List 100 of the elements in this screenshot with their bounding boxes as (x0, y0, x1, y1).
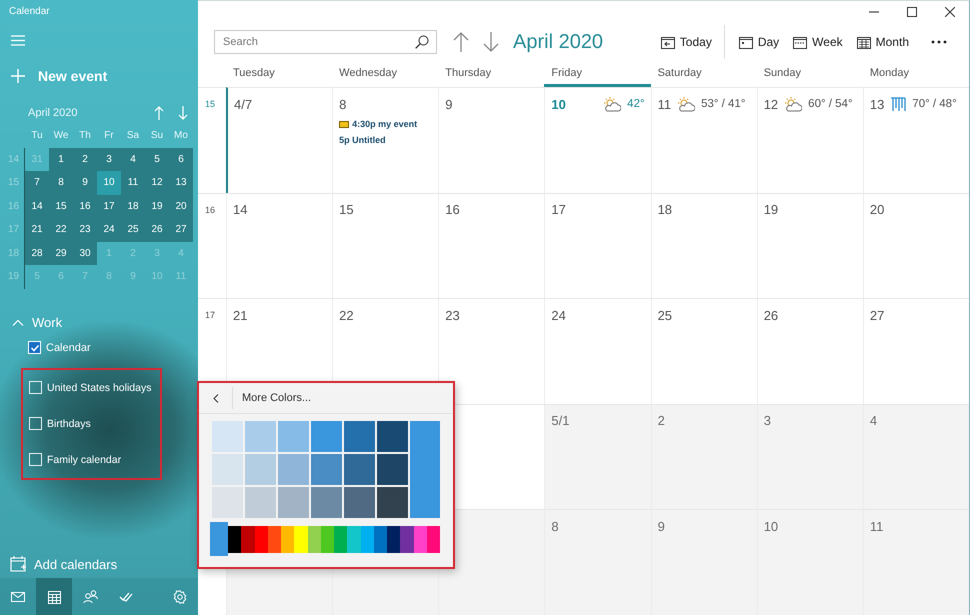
day-cell[interactable]: 5/1 (544, 404, 651, 510)
day-cell[interactable]: 24 (544, 298, 651, 404)
color-swatch[interactable] (311, 421, 342, 452)
more-icon[interactable] (931, 40, 947, 44)
color-swatch[interactable] (268, 526, 281, 552)
day-cell[interactable]: 4 (862, 404, 969, 510)
color-swatch[interactable] (344, 487, 375, 518)
day-cell[interactable]: 25 (650, 298, 757, 404)
color-swatch[interactable] (278, 487, 309, 518)
mini-calendar-day[interactable]: 7 (25, 171, 49, 194)
checkbox[interactable] (29, 453, 42, 466)
day-cell[interactable]: 27 (862, 298, 969, 404)
more-colors-link[interactable]: More Colors... (242, 392, 312, 404)
color-swatch[interactable] (308, 526, 321, 552)
color-swatch[interactable] (387, 526, 400, 552)
search-field[interactable]: Search (214, 30, 437, 54)
day-cell[interactable]: 8 (544, 509, 651, 615)
mini-calendar-day[interactable]: 8 (49, 171, 73, 194)
color-swatch[interactable] (374, 526, 387, 552)
up-arrow-icon[interactable] (453, 32, 469, 52)
nav-calendar-button[interactable] (36, 578, 72, 615)
day-cell[interactable]: 17 (544, 192, 651, 298)
today-button[interactable]: Today (660, 35, 712, 49)
mini-calendar-day[interactable]: 13 (169, 171, 193, 194)
mini-calendar-day[interactable]: 2 (73, 148, 97, 171)
day-cell[interactable]: 3 (756, 404, 863, 510)
day-cell[interactable]: 18 (650, 192, 757, 298)
mini-calendar-day[interactable]: 10 (97, 171, 121, 194)
day-cell[interactable]: 12 60° / 54° (756, 87, 863, 193)
mini-calendar-day[interactable]: 24 (97, 218, 121, 242)
day-cell[interactable]: 26 (756, 298, 863, 404)
mini-calendar-day[interactable]: 5 (145, 148, 169, 171)
day-cell[interactable]: 11 (862, 509, 969, 615)
color-swatch[interactable] (245, 454, 276, 485)
color-swatch[interactable] (278, 421, 309, 452)
mini-calendar-day[interactable]: 23 (73, 218, 97, 242)
maximize-icon[interactable] (907, 7, 917, 17)
color-swatch[interactable] (344, 454, 375, 485)
mini-calendar-day[interactable]: 21 (25, 218, 49, 242)
color-swatch[interactable] (245, 421, 276, 452)
color-swatch[interactable] (377, 487, 408, 518)
day-cell[interactable] (438, 509, 544, 615)
mini-calendar-day[interactable]: 4 (121, 148, 145, 171)
color-swatch[interactable] (347, 526, 360, 552)
base-color-swatch[interactable] (410, 421, 440, 518)
mini-calendar-day[interactable]: 25 (121, 218, 145, 242)
color-swatch[interactable] (212, 454, 243, 485)
calendar-event[interactable]: 4:30p my event (339, 119, 432, 129)
day-cell[interactable]: 11 53° / 41° (650, 87, 757, 193)
color-swatch[interactable] (400, 526, 414, 552)
mini-calendar-day[interactable]: 3 (97, 148, 121, 171)
color-swatch[interactable] (212, 421, 243, 452)
mini-calendar-day[interactable]: 20 (169, 194, 193, 218)
mini-calendar-day[interactable]: 16 (73, 194, 97, 218)
day-cell[interactable]: 9 (438, 87, 544, 193)
menu-icon[interactable] (11, 35, 25, 46)
view-button[interactable]: Month (856, 35, 909, 49)
calendar-checkbox-item[interactable]: Birthdays (29, 406, 160, 442)
mini-calendar-day[interactable]: 30 (73, 242, 97, 265)
mini-calendar-day[interactable]: 28 (25, 242, 49, 265)
account-header[interactable]: Work (12, 314, 62, 330)
mini-calendar-day[interactable]: 6 (169, 148, 193, 171)
color-swatch[interactable] (228, 526, 242, 552)
day-cell[interactable]: 4/7 (226, 87, 332, 193)
mini-calendar-day[interactable]: 15 (49, 194, 73, 218)
checkbox[interactable] (29, 381, 42, 394)
mini-calendar-day[interactable]: 12 (145, 171, 169, 194)
color-swatch[interactable] (320, 526, 334, 552)
day-cell[interactable]: 8 4:30p my event 5p Untitled (332, 87, 438, 193)
color-swatch[interactable] (281, 526, 294, 552)
mini-calendar-day[interactable]: 19 (145, 194, 169, 218)
day-cell[interactable]: 9 (650, 509, 757, 615)
day-cell[interactable]: 16 (438, 192, 544, 298)
day-cell[interactable]: 19 (756, 192, 863, 298)
color-swatch[interactable] (278, 454, 309, 485)
add-calendars-button[interactable]: Add calendars (10, 556, 118, 572)
calendar-event[interactable]: 5p Untitled (339, 135, 432, 145)
color-swatch[interactable] (426, 526, 440, 552)
mini-calendar-day[interactable]: 11 (121, 171, 145, 194)
day-cell[interactable]: 10 (756, 509, 863, 615)
down-arrow-icon[interactable] (483, 32, 499, 52)
mini-calendar-day[interactable]: 1 (49, 148, 73, 171)
checkbox[interactable] (29, 417, 42, 430)
color-swatch[interactable] (311, 487, 342, 518)
color-swatch[interactable] (294, 526, 308, 552)
close-icon[interactable] (945, 7, 955, 17)
color-swatch[interactable] (254, 526, 268, 552)
color-swatch[interactable] (311, 454, 342, 485)
day-cell[interactable]: 20 (862, 192, 969, 298)
calendar-checkbox-item[interactable]: United States holidays (29, 370, 160, 406)
color-swatch[interactable] (344, 421, 375, 452)
color-swatch[interactable] (360, 526, 374, 552)
mini-calendar-day[interactable]: 9 (73, 171, 97, 194)
day-cell[interactable]: 2 (650, 404, 757, 510)
day-cell[interactable]: 23 (438, 298, 544, 404)
calendar-checkbox-item[interactable]: Family calendar (29, 442, 160, 478)
mini-calendar-day[interactable]: 29 (49, 242, 73, 265)
current-color-swatch[interactable] (210, 522, 228, 556)
color-swatch[interactable] (241, 526, 254, 552)
mini-calendar-day[interactable]: 27 (169, 218, 193, 242)
